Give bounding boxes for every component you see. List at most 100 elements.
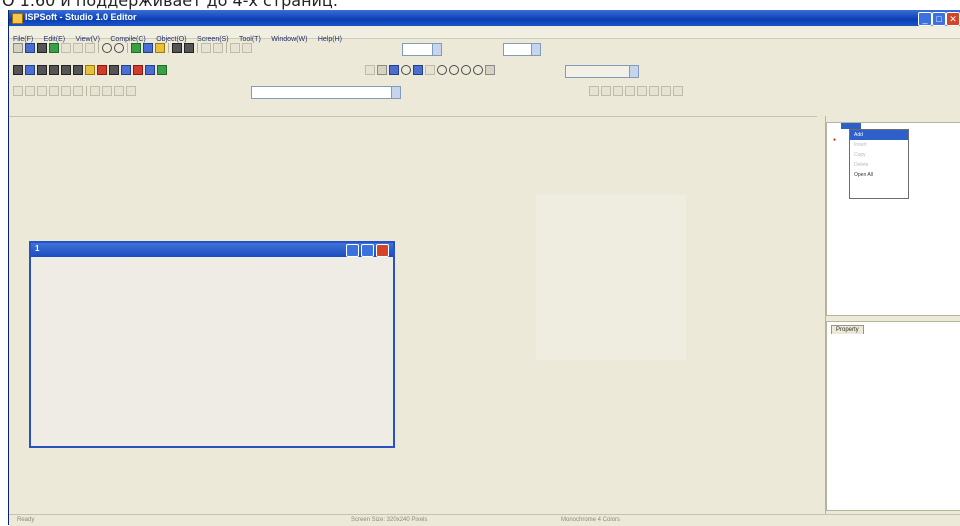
editor-workspace[interactable]: 1 xyxy=(9,116,817,515)
align-left-icon[interactable] xyxy=(49,86,59,96)
context-menu-insert[interactable]: Insert xyxy=(850,140,908,150)
circle-icon[interactable] xyxy=(401,65,411,75)
delete-icon[interactable] xyxy=(37,65,47,75)
zoom-combo[interactable] xyxy=(402,43,442,56)
menu-window[interactable]: Window(W) xyxy=(271,36,307,43)
align-hcenter-icon[interactable] xyxy=(625,86,635,96)
bold-icon[interactable] xyxy=(13,86,23,96)
paste-icon[interactable] xyxy=(85,43,95,53)
right-panel: ● Add Insert Copy Delete Open All Proper… xyxy=(825,116,960,516)
property-panel: Property xyxy=(826,321,960,511)
chevron-down-icon[interactable] xyxy=(531,44,540,55)
font-icon[interactable] xyxy=(126,86,136,96)
title-bar[interactable]: ISPSoft - Studio 1.0 Editor _ □ ✕ xyxy=(9,10,960,26)
align-bottom-icon[interactable] xyxy=(601,86,611,96)
font-color-icon[interactable] xyxy=(90,86,100,96)
download-icon[interactable] xyxy=(143,43,153,53)
fill-icon[interactable] xyxy=(473,65,483,75)
simulate-icon[interactable] xyxy=(172,43,182,53)
tab-property[interactable]: Property xyxy=(831,325,864,334)
line-style-combo[interactable] xyxy=(565,65,639,78)
document-close-button[interactable] xyxy=(376,244,389,257)
same-width-icon[interactable] xyxy=(637,86,647,96)
maximize-button[interactable]: □ xyxy=(932,12,946,26)
open-icon[interactable] xyxy=(25,43,35,53)
screen-document-window[interactable]: 1 xyxy=(29,241,395,448)
font-size-icon[interactable] xyxy=(114,86,124,96)
screen-canvas[interactable] xyxy=(31,257,393,444)
rectangle-icon[interactable] xyxy=(377,65,387,75)
redo-icon[interactable] xyxy=(114,43,124,53)
chevron-down-icon[interactable] xyxy=(391,87,400,98)
align-vcenter-icon[interactable] xyxy=(613,86,623,96)
save-icon[interactable] xyxy=(37,43,47,53)
align-icon[interactable] xyxy=(242,43,252,53)
align-right-icon[interactable] xyxy=(73,86,83,96)
print-icon[interactable] xyxy=(49,43,59,53)
switch-object-icon[interactable] xyxy=(73,65,83,75)
ellipse-icon[interactable] xyxy=(437,65,447,75)
caption-text: O 1.60 и поддерживает до 4-х страниц. xyxy=(2,0,338,10)
font-combo[interactable] xyxy=(251,86,401,99)
align-center-icon[interactable] xyxy=(61,86,71,96)
pointer-icon[interactable] xyxy=(13,65,23,75)
online-icon[interactable] xyxy=(184,43,194,53)
document-maximize-button[interactable] xyxy=(361,244,374,257)
context-menu-delete[interactable]: Delete xyxy=(850,160,908,170)
text-icon[interactable] xyxy=(25,65,35,75)
filled-rectangle-icon[interactable] xyxy=(389,65,399,75)
context-menu-copy[interactable]: Copy xyxy=(850,150,908,160)
italic-icon[interactable] xyxy=(25,86,35,96)
status-color-mode: Monochrome 4 Colors xyxy=(561,517,621,523)
project-tree[interactable]: ● Add Insert Copy Delete Open All xyxy=(826,122,960,316)
upload-icon[interactable] xyxy=(155,43,165,53)
document-title: 1 xyxy=(35,244,40,253)
arc-icon[interactable] xyxy=(425,65,435,75)
minimize-button[interactable]: _ xyxy=(918,12,932,26)
document-minimize-button[interactable] xyxy=(346,244,359,257)
grid-icon[interactable] xyxy=(230,43,240,53)
context-menu-open-all[interactable]: Open All xyxy=(850,170,908,180)
scale-icon[interactable] xyxy=(485,65,495,75)
button-object-icon[interactable] xyxy=(49,65,59,75)
main-window: ISPSoft - Studio 1.0 Editor _ □ ✕ File(F… xyxy=(8,10,960,526)
size-combo[interactable] xyxy=(503,43,541,56)
chevron-down-icon[interactable] xyxy=(432,44,441,55)
app-icon xyxy=(12,13,23,24)
alarm-object-icon[interactable] xyxy=(97,65,107,75)
zoom-out-icon[interactable] xyxy=(213,43,223,53)
undo-icon[interactable] xyxy=(102,43,112,53)
record-object-icon[interactable] xyxy=(133,65,143,75)
align-top-icon[interactable] xyxy=(589,86,599,96)
chevron-down-icon[interactable] xyxy=(629,66,638,77)
polygon-icon[interactable] xyxy=(413,65,423,75)
menu-bar: File(F) Edit(E) View(V) Compile(C) Objec… xyxy=(9,27,960,43)
chart-object-icon[interactable] xyxy=(109,65,119,75)
menu-help[interactable]: Help(H) xyxy=(318,36,342,43)
cut-icon[interactable] xyxy=(61,43,71,53)
status-screen-size: Screen Size: 320x240 Pixels xyxy=(351,517,428,523)
zoom-in-icon[interactable] xyxy=(201,43,211,53)
lamp-object-icon[interactable] xyxy=(61,65,71,75)
macro-object-icon[interactable] xyxy=(145,65,155,75)
workspace-shade xyxy=(536,195,686,360)
tree-node-icon: ● xyxy=(833,137,837,143)
bitmap-object-icon[interactable] xyxy=(121,65,131,75)
context-menu-add[interactable]: Add xyxy=(850,130,908,140)
document-title-bar[interactable]: 1 xyxy=(31,243,393,257)
compile-icon[interactable] xyxy=(131,43,141,53)
back-color-icon[interactable] xyxy=(102,86,112,96)
sector-icon[interactable] xyxy=(461,65,471,75)
underline-icon[interactable] xyxy=(37,86,47,96)
close-button[interactable]: ✕ xyxy=(946,12,960,26)
new-icon[interactable] xyxy=(13,43,23,53)
round-rect-icon[interactable] xyxy=(449,65,459,75)
context-menu: Add Insert Copy Delete Open All xyxy=(849,129,909,199)
bring-front-icon[interactable] xyxy=(661,86,671,96)
keypad-object-icon[interactable] xyxy=(157,65,167,75)
line-icon[interactable] xyxy=(365,65,375,75)
copy-icon[interactable] xyxy=(73,43,83,53)
send-back-icon[interactable] xyxy=(673,86,683,96)
meter-object-icon[interactable] xyxy=(85,65,95,75)
same-height-icon[interactable] xyxy=(649,86,659,96)
